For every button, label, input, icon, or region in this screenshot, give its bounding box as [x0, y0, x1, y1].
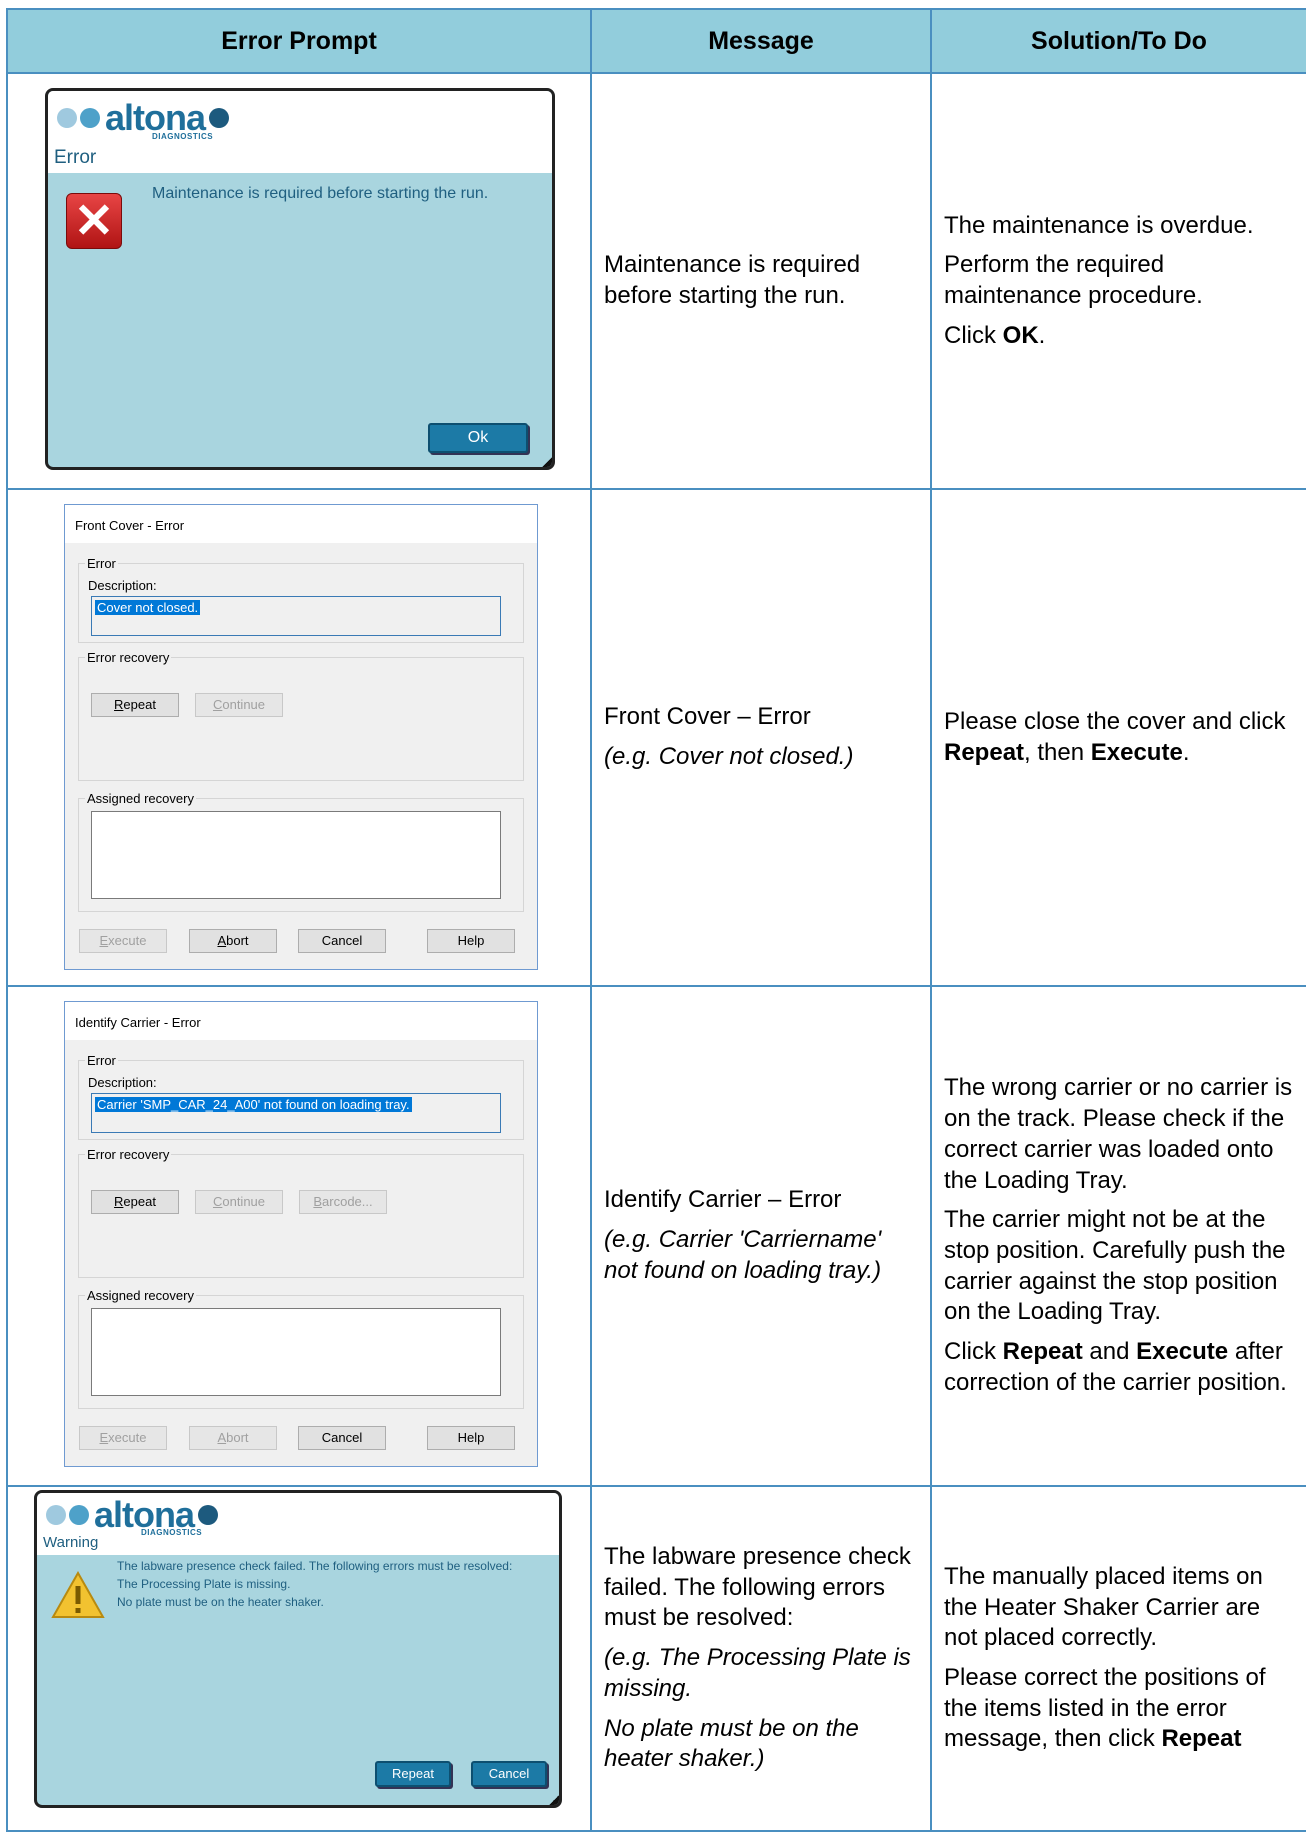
table-row: altona DIAGNOSTICS Error ✕ Maintenance i… [6, 72, 1306, 490]
dialog-header: altona DIAGNOSTICS Warning [37, 1493, 559, 1555]
header-error-prompt: Error Prompt [6, 8, 592, 74]
message-cell: Identify Carrier – Error (e.g. Carrier '… [590, 985, 932, 1487]
error-recovery-group: Error recovery [78, 1147, 524, 1278]
solution-cell: The manually placed items on the Heater … [930, 1485, 1306, 1832]
altona-logo: altona [57, 100, 232, 136]
table-row: Identify Carrier - Error Error Descripti… [6, 985, 1306, 1487]
labware-warning-dialog: altona DIAGNOSTICS Warning The labware p… [34, 1490, 562, 1808]
table-row: Front Cover - Error Error Description: C… [6, 488, 1306, 987]
dialog-message: The labware presence check failed. The f… [117, 1559, 513, 1609]
resize-grip-icon[interactable] [540, 455, 552, 467]
abort-button[interactable]: Abort [189, 1426, 277, 1450]
header-message: Message [590, 8, 932, 74]
message-cell: Maintenance is required before starting … [590, 72, 932, 490]
solution-cell: The maintenance is overdue. Perform the … [930, 72, 1306, 490]
front-cover-error-dialog: Front Cover - Error Error Description: C… [64, 504, 538, 970]
dialog-type: Error [54, 147, 97, 168]
assigned-recovery-list[interactable] [91, 811, 501, 899]
continue-button[interactable]: Continue [195, 693, 283, 717]
prompt-cell: Front Cover - Error Error Description: C… [6, 488, 592, 987]
cancel-button[interactable]: Cancel [298, 1426, 386, 1450]
repeat-button[interactable]: Repeat [375, 1761, 451, 1787]
help-button[interactable]: Help [427, 1426, 515, 1450]
continue-button[interactable]: Continue [195, 1190, 283, 1214]
dialog-type: Warning [43, 1534, 99, 1551]
dialog-title: Front Cover - Error [65, 505, 537, 543]
assigned-recovery-list[interactable] [91, 1308, 501, 1396]
header-solution: Solution/To Do [930, 8, 1306, 74]
resize-grip-icon[interactable] [547, 1793, 559, 1805]
header-row: Error Prompt Message Solution/To Do [6, 8, 1306, 74]
ok-button[interactable]: Ok [428, 423, 528, 453]
dialog-title: Identify Carrier - Error [65, 1002, 537, 1040]
abort-button[interactable]: Abort [189, 929, 277, 953]
maintenance-error-dialog: altona DIAGNOSTICS Error ✕ Maintenance i… [45, 88, 555, 470]
execute-button[interactable]: Execute [79, 929, 167, 953]
prompt-cell: altona DIAGNOSTICS Error ✕ Maintenance i… [6, 72, 592, 490]
solution-cell: The wrong carrier or no carrier is on th… [930, 985, 1306, 1487]
message-cell: The labware presence check failed. The f… [590, 1485, 932, 1832]
message-cell: Front Cover – Error (e.g. Cover not clos… [590, 488, 932, 987]
repeat-button[interactable]: Repeat [91, 1190, 179, 1214]
dialog-header: altona DIAGNOSTICS Error [48, 91, 552, 173]
identify-carrier-error-dialog: Identify Carrier - Error Error Descripti… [64, 1001, 538, 1467]
description-field[interactable]: Cover not closed. [91, 596, 501, 636]
cancel-button[interactable]: Cancel [471, 1761, 547, 1787]
error-x-icon: ✕ [66, 193, 122, 249]
error-recovery-group: Error recovery [78, 650, 524, 781]
description-field[interactable]: Carrier 'SMP_CAR_24_A00' not found on lo… [91, 1093, 501, 1133]
repeat-button[interactable]: Repeat [91, 693, 179, 717]
warning-triangle-icon [51, 1571, 105, 1618]
help-button[interactable]: Help [427, 929, 515, 953]
execute-button[interactable]: Execute [79, 1426, 167, 1450]
cancel-button[interactable]: Cancel [298, 929, 386, 953]
solution-cell: Please close the cover and click Repeat,… [930, 488, 1306, 987]
barcode-button[interactable]: Barcode... [299, 1190, 387, 1214]
prompt-cell: altona DIAGNOSTICS Warning The labware p… [6, 1485, 592, 1832]
dialog-message: Maintenance is required before starting … [152, 185, 489, 202]
prompt-cell: Identify Carrier - Error Error Descripti… [6, 985, 592, 1487]
table-row: altona DIAGNOSTICS Warning The labware p… [6, 1485, 1306, 1832]
error-table: Error Prompt Message Solution/To Do alto… [6, 8, 1306, 1832]
